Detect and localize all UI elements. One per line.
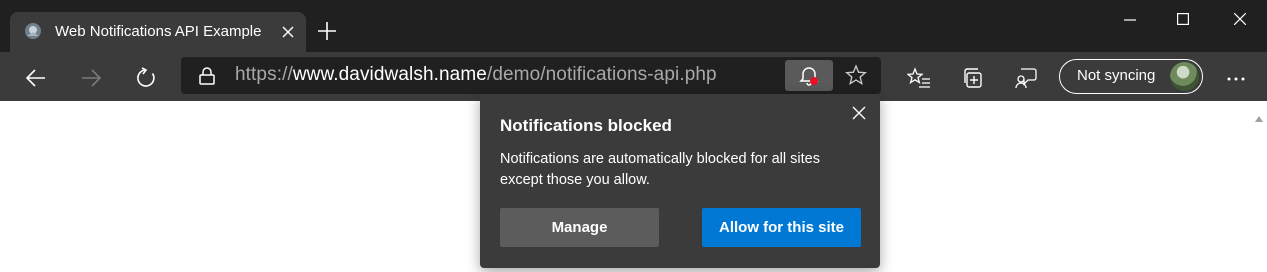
tab-title: Web Notifications API Example (55, 23, 262, 40)
lock-icon[interactable] (199, 67, 215, 90)
forward-icon[interactable] (75, 62, 105, 92)
url-host: www.davidwalsh.name (292, 64, 487, 85)
favorites-list-icon[interactable] (902, 62, 932, 92)
minimize-icon[interactable] (1107, 6, 1153, 34)
profile-sync-button[interactable]: Not syncing (1059, 59, 1203, 94)
url-text: https://www.davidwalsh.name/demo/notific… (235, 64, 717, 86)
popup-message: Notifications are automatically blocked … (500, 151, 820, 188)
avatar (1170, 62, 1199, 91)
bell-blocked-icon (799, 67, 819, 86)
notification-blocked-button[interactable] (785, 60, 833, 91)
url-scheme: https:// (235, 64, 293, 85)
profile-sync-label: Not syncing (1077, 67, 1156, 84)
refresh-icon[interactable] (130, 62, 160, 92)
notifications-blocked-popup: Notifications blocked Notifications are … (480, 94, 880, 268)
allow-for-site-button[interactable]: Allow for this site (702, 208, 861, 247)
maximize-icon[interactable] (1160, 6, 1206, 34)
address-bar[interactable]: https://www.davidwalsh.name/demo/notific… (181, 57, 881, 94)
new-tab-icon[interactable] (316, 20, 338, 42)
more-options-icon[interactable] (1220, 62, 1250, 92)
close-window-icon[interactable] (1217, 6, 1263, 34)
favorite-star-icon[interactable] (845, 64, 867, 91)
tab-active[interactable]: Web Notifications API Example (10, 12, 306, 52)
close-tab-icon[interactable] (280, 24, 296, 40)
page-favicon-icon (24, 22, 42, 40)
vertical-scrollbar[interactable] (1251, 101, 1267, 272)
scroll-up-arrow-icon[interactable] (1255, 109, 1263, 127)
popup-title: Notifications blocked (500, 116, 672, 135)
url-path: /demo/notifications-api.php (486, 64, 717, 85)
collections-icon[interactable] (957, 62, 987, 92)
title-bar: Web Notifications API Example (0, 0, 1267, 52)
feedback-icon[interactable] (1010, 62, 1040, 92)
close-popup-icon[interactable] (852, 106, 866, 120)
manage-button[interactable]: Manage (500, 208, 659, 247)
back-icon[interactable] (20, 62, 50, 92)
